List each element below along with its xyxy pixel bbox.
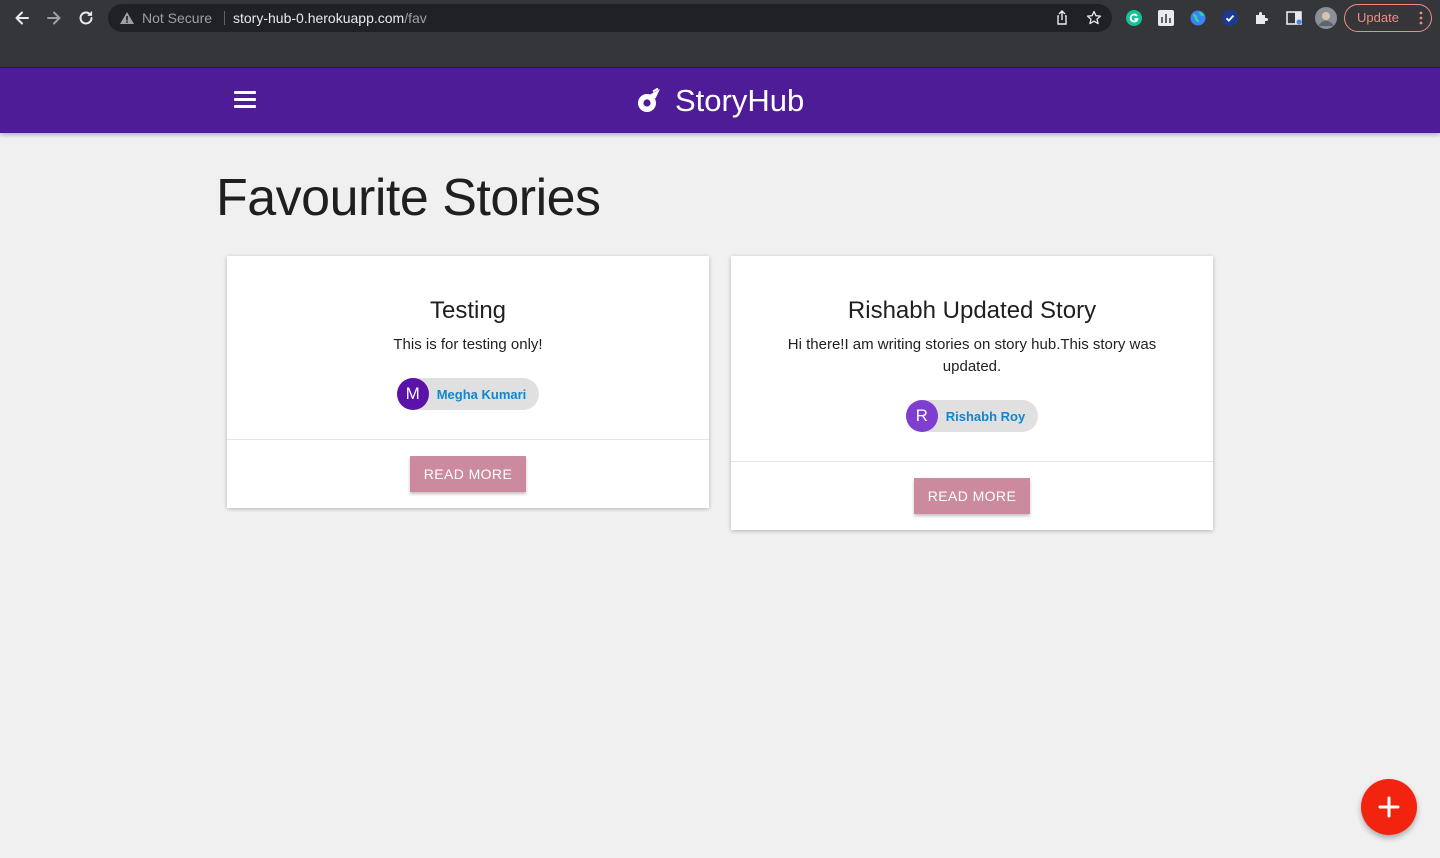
back-icon[interactable] <box>10 6 34 30</box>
avatar: M <box>396 378 429 410</box>
author-chip[interactable]: M Megha Kumari <box>396 378 540 410</box>
author-name[interactable]: Megha Kumari <box>437 387 527 402</box>
url-text[interactable]: story-hub-0.herokuapp.com/fav <box>233 4 427 32</box>
url-path: /fav <box>404 10 427 26</box>
page-title: Favourite Stories <box>216 169 601 227</box>
security-label[interactable]: Not Secure <box>142 4 212 32</box>
sidebar-icon[interactable] <box>1284 8 1304 28</box>
story-description: Hi there!I am writing stories on story h… <box>787 336 1157 375</box>
analytics-extension-icon[interactable] <box>1156 8 1176 28</box>
grammarly-icon[interactable] <box>1124 8 1144 28</box>
forward-icon[interactable] <box>42 6 66 30</box>
share-icon[interactable] <box>1054 10 1070 26</box>
update-button[interactable]: Update <box>1344 4 1432 32</box>
story-title: Testing <box>429 297 507 324</box>
add-story-button[interactable] <box>1361 779 1417 835</box>
avatar: R <box>905 400 938 432</box>
story-title: Rishabh Updated Story <box>847 297 1097 324</box>
warning-icon[interactable] <box>119 10 135 26</box>
check-extension-icon[interactable] <box>1220 8 1240 28</box>
update-label: Update <box>1357 10 1399 25</box>
browser-toolbar: Not Secure story-hub-0.herokuapp.com/fav… <box>0 0 1440 68</box>
author-name[interactable]: Rishabh Roy <box>946 409 1025 424</box>
app-header: StoryHub <box>0 68 1440 133</box>
author-chip[interactable]: R Rishabh Roy <box>905 400 1039 432</box>
read-more-button[interactable]: READ MORE <box>914 478 1030 514</box>
read-more-button[interactable]: READ MORE <box>410 456 526 492</box>
profile-avatar[interactable] <box>1315 7 1337 29</box>
plus-icon <box>1378 796 1400 818</box>
earth-extension-icon[interactable] <box>1188 8 1208 28</box>
story-description: This is for testing only! <box>393 336 543 353</box>
menu-icon[interactable] <box>234 91 256 109</box>
url-host: story-hub-0.herokuapp.com <box>233 10 405 26</box>
more-vert-icon[interactable] <box>1419 11 1423 25</box>
reload-icon[interactable] <box>74 6 98 30</box>
story-card: Testing This is for testing only! M Megh… <box>227 256 709 508</box>
brand[interactable]: StoryHub <box>636 82 804 120</box>
storyhub-logo-icon <box>638 88 660 112</box>
star-icon[interactable] <box>1086 10 1102 26</box>
puzzle-icon[interactable] <box>1252 8 1272 28</box>
address-bar[interactable]: Not Secure story-hub-0.herokuapp.com/fav <box>108 4 1112 32</box>
omnibox-divider <box>224 11 225 25</box>
brand-name: StoryHub <box>675 83 805 118</box>
story-card: Rishabh Updated Story Hi there!I am writ… <box>731 256 1213 530</box>
